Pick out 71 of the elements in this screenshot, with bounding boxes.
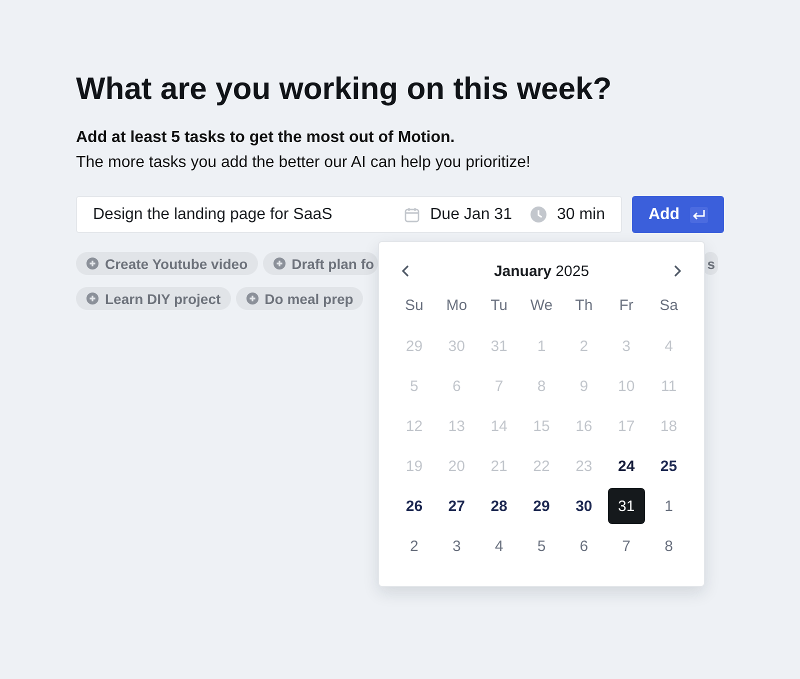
calendar-day[interactable]: 17 (608, 408, 645, 444)
description: The more tasks you add the better our AI can help you prioritize! (76, 153, 532, 173)
calendar-day[interactable]: 21 (480, 448, 518, 484)
duration[interactable]: 30 min (556, 206, 605, 224)
due-date[interactable]: Due Jan 31 (430, 206, 512, 224)
weekday-label: Fr (618, 296, 634, 316)
calendar-day[interactable]: 28 (480, 488, 518, 524)
calendar-day[interactable]: 31 (608, 488, 645, 524)
suggestion-chip[interactable]: Learn DIY project (76, 287, 231, 310)
calendar-day[interactable]: 23 (565, 448, 602, 484)
calendar-day[interactable]: 12 (396, 408, 433, 444)
calendar-day[interactable]: 8 (650, 528, 688, 564)
calendar-day[interactable]: 5 (396, 368, 433, 404)
calendar-day[interactable]: 24 (608, 448, 645, 484)
calendar-day[interactable]: 20 (438, 448, 476, 484)
subheading: Add at least 5 tasks to get the most out of Motion. (76, 128, 456, 148)
calendar-day[interactable]: 2 (396, 528, 433, 564)
calendar-day[interactable]: 30 (565, 488, 602, 524)
chevron-left-icon[interactable] (401, 264, 411, 278)
calendar-icon (404, 206, 420, 222)
calendar-day[interactable]: 16 (565, 408, 602, 444)
calendar-day[interactable]: 5 (522, 528, 560, 564)
calendar-day[interactable]: 18 (650, 408, 688, 444)
calendar-day[interactable]: 1 (650, 488, 688, 524)
calendar-day[interactable]: 31 (480, 328, 518, 364)
weekday-label: Sa (658, 296, 679, 316)
calendar-day[interactable]: 2 (565, 328, 602, 364)
calendar-day[interactable]: 27 (438, 488, 476, 524)
calendar-day[interactable]: 7 (608, 528, 645, 564)
calendar-day[interactable]: 6 (438, 368, 476, 404)
plus-circle-icon (272, 257, 286, 270)
add-button[interactable]: Add (632, 196, 724, 233)
calendar-day[interactable]: 26 (396, 488, 433, 524)
calendar-day[interactable]: 14 (480, 408, 518, 444)
calendar-day[interactable]: 7 (480, 368, 518, 404)
suggestion-chip[interactable]: Do meal prep (236, 287, 364, 310)
calendar-day[interactable]: 11 (650, 368, 688, 404)
clock-icon (530, 206, 547, 223)
weekday-label: Su (404, 296, 424, 316)
calendar-day[interactable]: 3 (608, 328, 645, 364)
suggestion-chip[interactable]: Create Youtube video (76, 252, 258, 275)
calendar-day[interactable]: 19 (396, 448, 433, 484)
page-heading: What are you working on this week? (76, 70, 613, 108)
plus-circle-icon (246, 292, 259, 305)
calendar-day[interactable]: 10 (608, 368, 645, 404)
plus-circle-icon (86, 257, 99, 270)
enter-key-icon (690, 206, 708, 222)
weekday-label: We (529, 296, 554, 316)
calendar-day[interactable]: 8 (522, 368, 560, 404)
calendar-day[interactable]: 30 (438, 328, 476, 364)
weekday-label: Mo (445, 296, 468, 316)
calendar-day[interactable]: 9 (565, 368, 602, 404)
weekday-label: Th (574, 296, 594, 316)
calendar-day[interactable]: 4 (650, 328, 688, 364)
calendar-day[interactable]: 22 (522, 448, 560, 484)
calendar-day[interactable]: 25 (650, 448, 688, 484)
calendar-day[interactable]: 6 (565, 528, 602, 564)
task-input-value: Design the landing page for SaaS (93, 206, 334, 224)
suggestion-chip[interactable]: Draft plan fo (262, 252, 378, 275)
calendar-day[interactable]: 29 (522, 488, 560, 524)
chevron-right-icon[interactable] (672, 264, 682, 278)
calendar-day[interactable]: 13 (438, 408, 476, 444)
task-input-field[interactable]: Design the landing page for SaaS Due Jan 31 30 min (76, 196, 622, 233)
calendar-day[interactable]: 29 (396, 328, 433, 364)
weekday-label: Tu (490, 296, 509, 316)
calendar-day[interactable]: 1 (522, 328, 560, 364)
calendar-day[interactable]: 4 (480, 528, 518, 564)
calendar-day[interactable]: 15 (522, 408, 560, 444)
calendar-day[interactable]: 3 (438, 528, 476, 564)
plus-circle-icon (86, 292, 99, 305)
month-title: January 2025 (494, 262, 590, 280)
